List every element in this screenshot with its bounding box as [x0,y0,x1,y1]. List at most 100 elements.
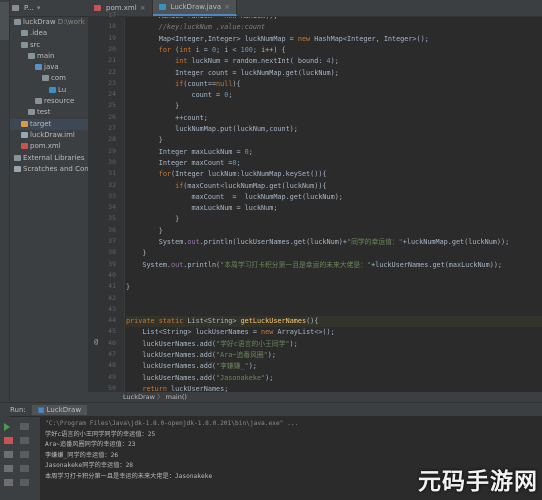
stop-icon[interactable] [4,437,13,444]
override-marker-icon[interactable]: @ [94,338,98,346]
code-line[interactable]: } [126,248,542,259]
code-line[interactable]: for (int i = 0; i < 100; i++) { [126,45,542,56]
code-line[interactable]: luckUserNames.add("学好c语言的小王同学"); [126,339,542,350]
code-token: luckUserNames.add( [126,351,217,359]
run-tab[interactable]: ■ LuckDraw [31,404,88,415]
rerun-icon[interactable] [4,423,10,431]
code-line[interactable]: luckUserNames.add("Jasonakeke"); [126,373,542,384]
editor-gutter: @ 17 18 19 20 21 22 23 24 25 26 27 28 29 30 31 32 33 34 35… [88,11,125,392]
code-line[interactable]: System.out.println("本周学习打卡积分第一且是幸运的未来大佬是… [126,260,542,271]
close-icon[interactable]: × [140,4,146,12]
tree-item[interactable]: com [10,73,88,84]
code-line[interactable]: maxLuckNum = luckNum; [126,203,542,214]
breadcrumb: LuckDraw 〉 main() [88,392,542,402]
tree-item-label: Lu [58,85,67,94]
code-line[interactable]: luckNumMap.put(luckNum,count); [126,124,542,135]
code-line[interactable]: } [126,282,542,293]
tree-item[interactable]: resource [10,96,88,107]
code-line[interactable]: if(maxCount<luckNumMap.get(luckNum)){ [126,181,542,192]
tree-item-label: External Libraries [23,153,85,162]
code-line[interactable]: Integer maxCount =0; [126,158,542,169]
tree-item-label: .idea [30,29,48,38]
breadcrumb-method[interactable]: main() [166,393,187,401]
tree-item[interactable]: java [10,62,88,73]
tree-item[interactable]: luckDraw.iml [10,130,88,141]
camera-icon[interactable] [4,465,13,472]
tree-item[interactable]: Scratches and Con [10,164,88,175]
code-line[interactable]: List<String> luckUserNames = new ArrayLi… [126,327,542,338]
code-line[interactable]: System.out.println(luckUserNames.get(luc… [126,237,542,248]
code-token: } [126,136,163,145]
line-number: 21 [108,56,116,65]
tree-item-label: target [30,119,52,128]
breadcrumb-class[interactable]: LuckDraw [123,393,155,401]
code-line[interactable]: } [126,214,542,225]
code-line[interactable] [126,294,542,305]
code-token: out [171,260,184,269]
code-line[interactable]: } [126,135,542,146]
scroll-up-icon[interactable] [20,423,29,430]
code-line[interactable]: for(Integer luckNum:luckNumMap.keySet())… [126,169,542,180]
code-line[interactable]: if(count==null){ [126,79,542,90]
package-icon [42,75,49,82]
chevron-down-icon[interactable]: ▾ [37,4,41,12]
tree-item[interactable]: target [10,118,88,130]
console-line: 李嫌嫌_同学的幸运值：26 [45,451,119,459]
restore-layout-icon[interactable] [4,451,13,458]
tree-item[interactable]: test [10,107,88,118]
settings-icon[interactable] [4,479,13,486]
code-token: "李嫌嫌_" [216,362,249,371]
code-line[interactable]: private static List<String> getLuckUserN… [126,316,542,328]
close-icon[interactable]: × [224,3,230,11]
tab-luckdraw-java[interactable]: LuckDraw.java × [152,0,238,16]
code-line[interactable]: Map<Integer,Integer> luckNumMap = new Ha… [126,34,542,45]
code-line[interactable]: luckUserNames.add("李嫌嫌_"); [126,361,542,372]
code-token: null [216,79,233,88]
code-line[interactable]: Integer count = luckNumMap.get(luckNum); [126,68,542,79]
print-icon[interactable] [20,465,29,472]
code-line[interactable]: ++count; [126,113,542,124]
folder-icon [21,30,28,37]
trash-icon[interactable] [20,479,29,486]
code-line[interactable]: //key:luckNum ,value:count [126,22,542,33]
project-panel: P... ▾ luckDraw D:\work .idea src main java c… [10,0,88,402]
code-line[interactable] [126,271,542,282]
code-line[interactable]: return luckUserNames; [126,384,542,392]
structure-tool-tab[interactable] [0,44,9,70]
project-tool-tab[interactable] [0,2,9,40]
tree-item[interactable]: .idea [10,28,88,39]
code-line[interactable]: count = 0; [126,90,542,101]
tree-item-label: Scratches and Con [23,164,88,173]
folder-icon [21,41,28,48]
code-line[interactable]: } [126,226,542,237]
run-config-icon: ■ [37,405,45,414]
code-line[interactable]: Integer maxLuckNum = 0; [126,147,542,158]
code-token: "Ara~追番风圈" [216,351,268,359]
line-number: 17 [108,11,116,19]
code-line[interactable]: int luckNum = random.nextInt( bound: 4); [126,56,542,67]
code-token: ){ [232,79,241,88]
tree-item[interactable]: Lu [10,85,88,96]
code-line[interactable]: } [126,101,542,112]
code-token: ); [265,373,274,382]
line-number: 47 [108,350,116,358]
code-token: ; i < [216,45,241,54]
wrap-icon[interactable] [20,451,29,458]
code-editor[interactable]: Random random = new Random(); //key:luck… [126,17,542,392]
code-line[interactable]: luckUserNames.add("Ara~追番风圈"); [126,350,542,361]
code-token: Random random = [126,17,224,20]
code-line[interactable]: maxCount = luckNumMap.get(luckNum); [126,192,542,203]
tree-item[interactable]: External Libraries [10,153,88,164]
tree-item[interactable]: main [10,51,88,62]
tree-item[interactable]: luckDraw D:\work [10,17,88,28]
scroll-down-icon[interactable] [20,437,29,444]
line-number: 37 [108,237,116,245]
tab-pom-xml[interactable]: pom.xml × [88,0,153,16]
code-line[interactable] [126,305,542,316]
project-panel-header[interactable]: P... ▾ [10,0,88,17]
tree-item[interactable]: src [10,40,88,51]
tree-item[interactable]: pom.xml [10,141,88,152]
line-number: 44 [108,316,116,325]
